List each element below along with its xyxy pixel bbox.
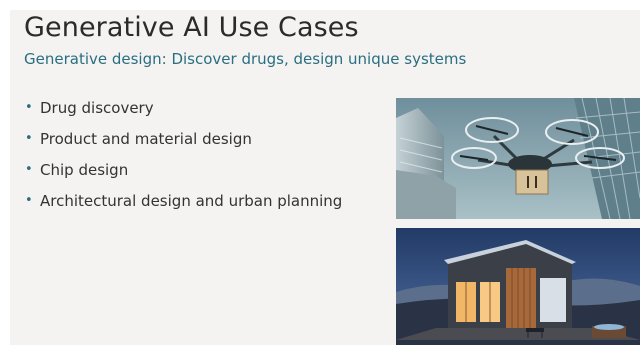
bullet-item: • Drug discovery xyxy=(22,98,352,118)
modern-house-image xyxy=(396,228,640,345)
bullet-dot-icon: • xyxy=(25,100,33,115)
bullet-item: • Architectural design and urban plannin… xyxy=(22,191,352,211)
bullet-text: Architectural design and urban planning xyxy=(40,192,343,210)
bullet-text: Product and material design xyxy=(40,130,252,148)
bullet-dot-icon: • xyxy=(25,131,33,146)
slide-subtitle: Generative design: Discover drugs, desig… xyxy=(24,50,467,68)
bullet-text: Chip design xyxy=(40,161,129,179)
bullet-text: Drug discovery xyxy=(40,99,154,117)
bullet-item: • Product and material design xyxy=(22,129,352,149)
slide: Generative AI Use Cases Generative desig… xyxy=(10,10,640,345)
bullet-item: • Chip design xyxy=(22,160,352,180)
drone-delivery-image xyxy=(396,98,640,219)
bullet-dot-icon: • xyxy=(25,193,33,208)
slide-title: Generative AI Use Cases xyxy=(24,12,359,43)
bullet-dot-icon: • xyxy=(25,162,33,177)
bullet-list: • Drug discovery • Product and material … xyxy=(22,98,352,222)
